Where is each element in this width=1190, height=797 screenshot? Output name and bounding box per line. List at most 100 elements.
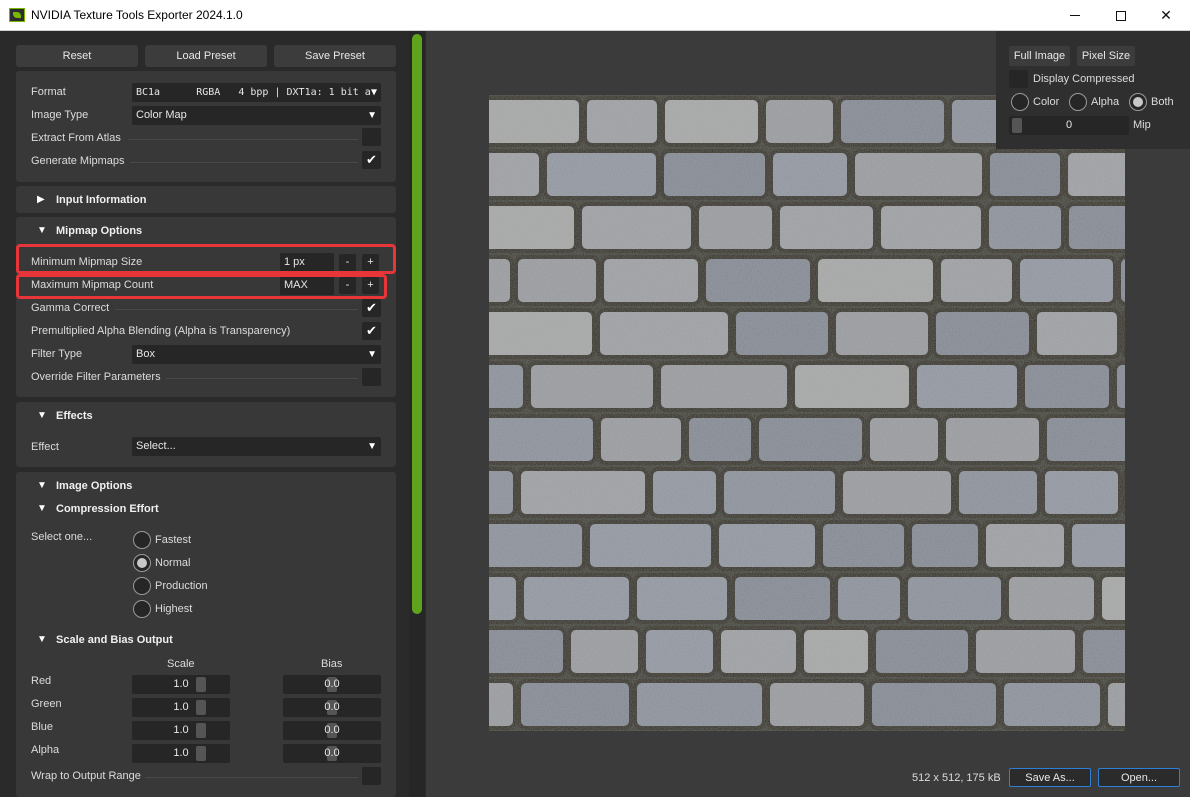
row-divider: [128, 139, 358, 140]
override-filter-label: Override Filter Parameters: [31, 371, 161, 383]
slider-value: 0.0: [324, 724, 340, 736]
bias-slider-alpha[interactable]: 0.0: [283, 744, 381, 763]
gamma-correct-label: Gamma Correct: [31, 302, 110, 314]
checkmark-icon: ✔: [366, 323, 377, 338]
scale-slider-green[interactable]: 1.0: [132, 698, 230, 717]
collapse-down-icon[interactable]: ▼: [37, 634, 47, 645]
mip-value: 0: [1065, 119, 1073, 131]
effect-dropdown[interactable]: Select... ▼: [132, 437, 381, 456]
filter-type-label: Filter Type: [31, 348, 83, 360]
load-preset-button[interactable]: Load Preset: [145, 45, 267, 67]
effort-normal-label: Normal: [155, 557, 191, 569]
collapse-down-icon[interactable]: ▼: [37, 503, 47, 514]
effort-production-label: Production: [155, 580, 208, 592]
compression-effort-header[interactable]: Compression Effort: [56, 503, 159, 515]
bias-slider-green[interactable]: 0.0: [283, 698, 381, 717]
scale-slider-alpha[interactable]: 1.0: [132, 744, 230, 763]
input-information-header[interactable]: Input Information: [56, 194, 146, 206]
image-type-dropdown[interactable]: Color Map ▼: [132, 106, 381, 125]
slider-value: 1.0: [173, 724, 189, 736]
maximize-button[interactable]: [1098, 0, 1144, 31]
slider-value: 0.0: [324, 678, 340, 690]
effect-label: Effect: [31, 441, 59, 453]
wrap-output-label: Wrap to Output Range: [31, 770, 141, 782]
effort-highest-radio[interactable]: [133, 600, 151, 618]
close-button[interactable]: ✕: [1143, 0, 1189, 31]
extract-atlas-label: Extract From Atlas: [31, 132, 121, 144]
channel-label: Blue: [31, 721, 54, 733]
color-radio[interactable]: [1011, 93, 1029, 111]
open-button[interactable]: Open...: [1098, 768, 1180, 787]
effort-normal-radio[interactable]: [133, 554, 151, 572]
mip-slider[interactable]: 0: [1009, 116, 1129, 135]
scale-slider-red[interactable]: 1.0: [132, 675, 230, 694]
display-compressed-label: Display Compressed: [1033, 73, 1135, 85]
slider-grab-handle[interactable]: [196, 746, 206, 761]
reset-button[interactable]: Reset: [16, 45, 138, 67]
display-compressed-checkbox[interactable]: [1009, 70, 1028, 88]
filter-type-dropdown[interactable]: Box ▼: [132, 345, 381, 364]
row-divider: [115, 309, 358, 310]
slider-grab-handle[interactable]: [196, 700, 206, 715]
close-icon: ✕: [1160, 7, 1172, 23]
image-options-header[interactable]: Image Options: [56, 480, 132, 492]
format-label: Format: [31, 86, 66, 98]
effect-value: Select...: [136, 440, 176, 452]
scrollbar-thumb[interactable]: [412, 34, 422, 614]
slider-value: 1.0: [173, 678, 189, 690]
channel-label: Green: [31, 698, 62, 710]
scale-bias-header[interactable]: Scale and Bias Output: [56, 634, 173, 646]
slider-value: 1.0: [173, 701, 189, 713]
slider-grab-handle[interactable]: [196, 723, 206, 738]
stone-wall-texture: [489, 95, 1125, 731]
highlight-box-max-count: [16, 274, 387, 299]
effort-production-radio[interactable]: [133, 577, 151, 595]
minimize-button[interactable]: [1052, 0, 1098, 31]
format-dropdown[interactable]: BC1a RGBA 4 bpp | DXT1a: 1 bit a ▼: [132, 83, 381, 102]
bias-slider-red[interactable]: 0.0: [283, 675, 381, 694]
extract-atlas-checkbox[interactable]: [362, 128, 381, 146]
save-preset-button[interactable]: Save Preset: [274, 45, 396, 67]
scale-slider-blue[interactable]: 1.0: [132, 721, 230, 740]
mipmap-options-header[interactable]: Mipmap Options: [56, 225, 142, 237]
override-filter-checkbox[interactable]: [362, 368, 381, 386]
channel-label: Alpha: [31, 744, 60, 756]
slider-value: 0.0: [324, 747, 340, 759]
premultiplied-alpha-checkbox[interactable]: ✔: [362, 322, 381, 340]
effects-header[interactable]: Effects: [56, 410, 93, 422]
chevron-down-icon: ▼: [367, 110, 377, 121]
both-label: Both: [1151, 96, 1174, 108]
both-radio[interactable]: [1129, 93, 1147, 111]
filter-type-value: Box: [136, 348, 155, 360]
bias-column-header: Bias: [321, 658, 343, 670]
slider-grab-handle[interactable]: [196, 677, 206, 692]
bias-slider-blue[interactable]: 0.0: [283, 721, 381, 740]
collapse-down-icon[interactable]: ▼: [37, 480, 47, 491]
row-divider: [145, 777, 358, 778]
save-as-button[interactable]: Save As...: [1009, 768, 1091, 787]
nvidia-logo-icon: [9, 8, 25, 22]
generate-mipmaps-checkbox[interactable]: ✔: [362, 151, 381, 169]
row-divider: [130, 162, 358, 163]
premultiplied-alpha-label: Premultiplied Alpha Blending (Alpha is T…: [31, 325, 291, 337]
chevron-down-icon: ▼: [367, 441, 377, 452]
checkmark-icon: ✔: [366, 152, 377, 167]
slider-grab-handle[interactable]: [1012, 118, 1022, 133]
gamma-correct-checkbox[interactable]: ✔: [362, 299, 381, 317]
checkmark-icon: ✔: [366, 300, 377, 315]
scale-column-header: Scale: [167, 658, 195, 670]
effort-fastest-radio[interactable]: [133, 531, 151, 549]
collapse-down-icon[interactable]: ▼: [37, 225, 47, 236]
row-divider: [166, 378, 358, 379]
full-image-button[interactable]: Full Image: [1009, 46, 1070, 66]
slider-value: 0.0: [324, 701, 340, 713]
wrap-output-checkbox[interactable]: [362, 767, 381, 785]
texture-preview[interactable]: [489, 95, 1125, 731]
expand-right-icon[interactable]: ▶: [37, 194, 45, 205]
image-type-label: Image Type: [31, 109, 89, 121]
pixel-size-button[interactable]: Pixel Size: [1077, 46, 1135, 66]
alpha-label: Alpha: [1091, 96, 1120, 108]
alpha-radio[interactable]: [1069, 93, 1087, 111]
highlight-box-min-size: [16, 244, 396, 274]
collapse-down-icon[interactable]: ▼: [37, 410, 47, 421]
